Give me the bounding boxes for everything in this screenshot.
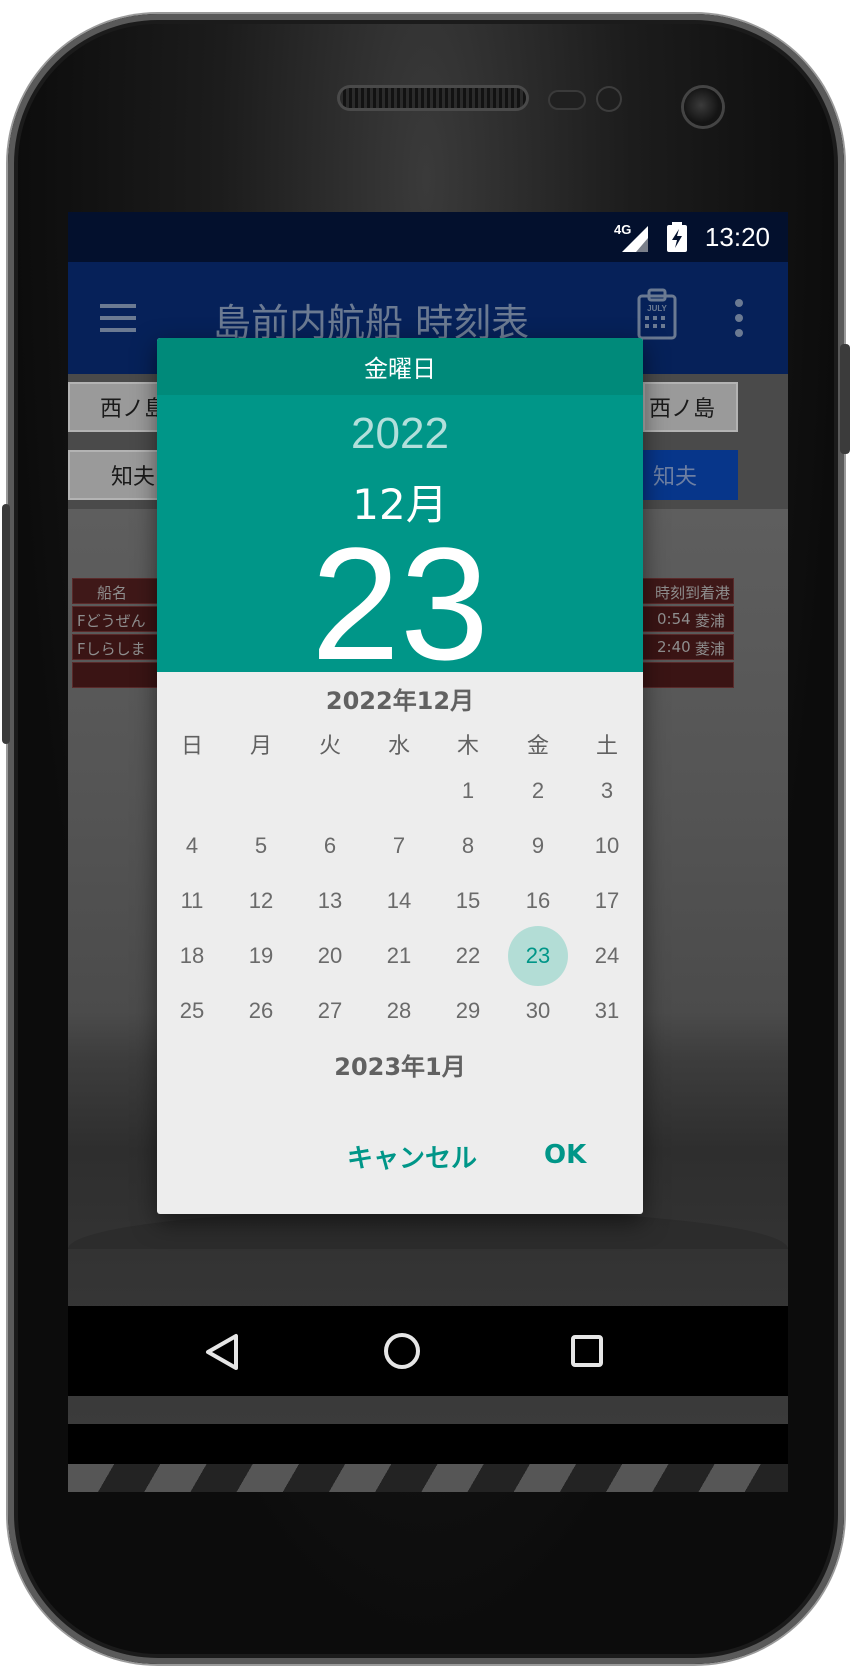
row-time: 0:54 (657, 610, 691, 628)
calendar-day[interactable]: 8 (438, 816, 498, 876)
hamburger-menu-icon[interactable] (100, 298, 140, 338)
navigation-bar (68, 1306, 788, 1396)
row-time: 2:40 (657, 638, 691, 656)
from-port-2-label: 知夫 (110, 465, 155, 490)
selected-weekday: 金曜日 (157, 338, 643, 395)
clock: 13:20 (704, 222, 770, 252)
calendar-day[interactable]: 5 (231, 816, 291, 876)
power-button (2, 504, 10, 744)
weekday-label: 金 (526, 734, 549, 759)
ok-button[interactable]: OK (544, 1140, 586, 1170)
calendar-day[interactable]: 9 (508, 816, 568, 876)
calendar-day[interactable]: 29 (438, 981, 498, 1041)
calendar-day[interactable]: 21 (369, 926, 429, 986)
to-port-button[interactable]: 知夫 (643, 450, 738, 500)
cancel-button[interactable]: キャンセル (347, 1138, 477, 1175)
cell-signal-icon (622, 226, 648, 252)
row-port: 菱浦 (695, 612, 726, 630)
header-arrive: 到着港 (685, 584, 731, 602)
calendar-day[interactable]: 3 (577, 761, 637, 821)
calendar-icon-label: JULY (647, 304, 667, 313)
background-hills (68, 1209, 788, 1249)
calendar-day[interactable]: 11 (162, 871, 222, 931)
row-ship: Fしらしま (77, 640, 146, 658)
calendar-day[interactable]: 10 (577, 816, 637, 876)
weekday-label: 土 (595, 734, 618, 759)
header-ship: 船名 (97, 584, 128, 602)
home-icon[interactable] (382, 1331, 422, 1371)
calendar-day[interactable]: 6 (300, 816, 360, 876)
to-port-2-label: 知夫 (653, 465, 698, 490)
date-picker-dialog: 金曜日 2022 12月 23 2022年12月 日月火水木金土 1234567… (157, 338, 643, 1214)
back-icon[interactable] (202, 1332, 242, 1372)
date-header: 2022 12月 23 (157, 395, 643, 693)
row-ship: Fどうぜん (77, 612, 146, 630)
calendar-day[interactable]: 13 (300, 871, 360, 931)
calendar-day[interactable]: 12 (231, 871, 291, 931)
calendar-day[interactable]: 1 (438, 761, 498, 821)
weekday-label: 月 (249, 734, 272, 759)
selected-day[interactable]: 23 (157, 509, 643, 699)
calendar-icon[interactable]: JULY (636, 288, 678, 340)
calendar-day[interactable]: 16 (508, 871, 568, 931)
selected-year[interactable]: 2022 (157, 409, 643, 459)
calendar-day[interactable]: 31 (577, 981, 637, 1041)
calendar-day[interactable]: 7 (369, 816, 429, 876)
weekday-label: 木 (456, 734, 479, 759)
calendar-month-title: 2022年12月 (325, 687, 475, 715)
recent-apps-icon[interactable] (570, 1334, 604, 1368)
calendar-day[interactable]: 20 (300, 926, 360, 986)
overflow-menu-icon[interactable] (734, 298, 744, 338)
volume-button (840, 344, 850, 454)
calendar-day[interactable]: 17 (577, 871, 637, 931)
calendar-day[interactable]: 26 (231, 981, 291, 1041)
front-camera (684, 88, 722, 126)
background-pier-stripes (68, 1464, 788, 1492)
weekday-label: 火 (318, 734, 341, 759)
to-port-selector[interactable]: 西ノ島 (643, 382, 738, 432)
earpiece-speaker (340, 88, 526, 108)
calendar-day[interactable]: 25 (162, 981, 222, 1041)
calendar-day[interactable]: 24 (577, 926, 637, 986)
calendar-day[interactable]: 30 (508, 981, 568, 1041)
proximity-sensor (550, 92, 584, 108)
calendar-day[interactable]: 28 (369, 981, 429, 1041)
calendar-day[interactable]: 22 (438, 926, 498, 986)
calendar-day-selected[interactable]: 23 (508, 926, 568, 986)
calendar-day[interactable]: 2 (508, 761, 568, 821)
battery-charging-icon (667, 222, 687, 252)
next-month-title: 2023年1月 (334, 1053, 466, 1081)
weekday-label: 水 (387, 734, 410, 759)
calendar-day[interactable]: 14 (369, 871, 429, 931)
calendar-day[interactable]: 15 (438, 871, 498, 931)
row-port: 菱浦 (695, 640, 726, 658)
light-sensor (598, 88, 620, 110)
weekday-label: 日 (180, 734, 203, 759)
header-depart: 時刻 (655, 584, 686, 602)
calendar-day[interactable]: 19 (231, 926, 291, 986)
status-bar: 4G 13:20 (68, 212, 788, 262)
calendar-day[interactable]: 27 (300, 981, 360, 1041)
calendar-day[interactable]: 18 (162, 926, 222, 986)
calendar-day[interactable]: 4 (162, 816, 222, 876)
to-port-label: 西ノ島 (649, 397, 716, 422)
